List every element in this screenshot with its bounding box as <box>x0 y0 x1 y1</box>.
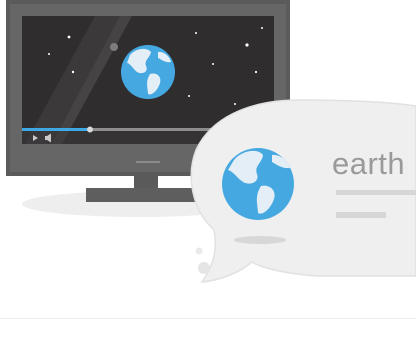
globe-icon <box>121 45 175 99</box>
progress-knob[interactable] <box>87 126 93 133</box>
text-line-2 <box>336 212 386 218</box>
speech-bubble-icon <box>190 99 416 283</box>
progress-played <box>22 128 90 131</box>
divider <box>0 318 416 319</box>
earth-video-illustration: earth <box>0 0 416 343</box>
text-line-1 <box>336 190 416 195</box>
globe-icon <box>222 148 294 220</box>
caption-word: earth <box>332 146 406 181</box>
